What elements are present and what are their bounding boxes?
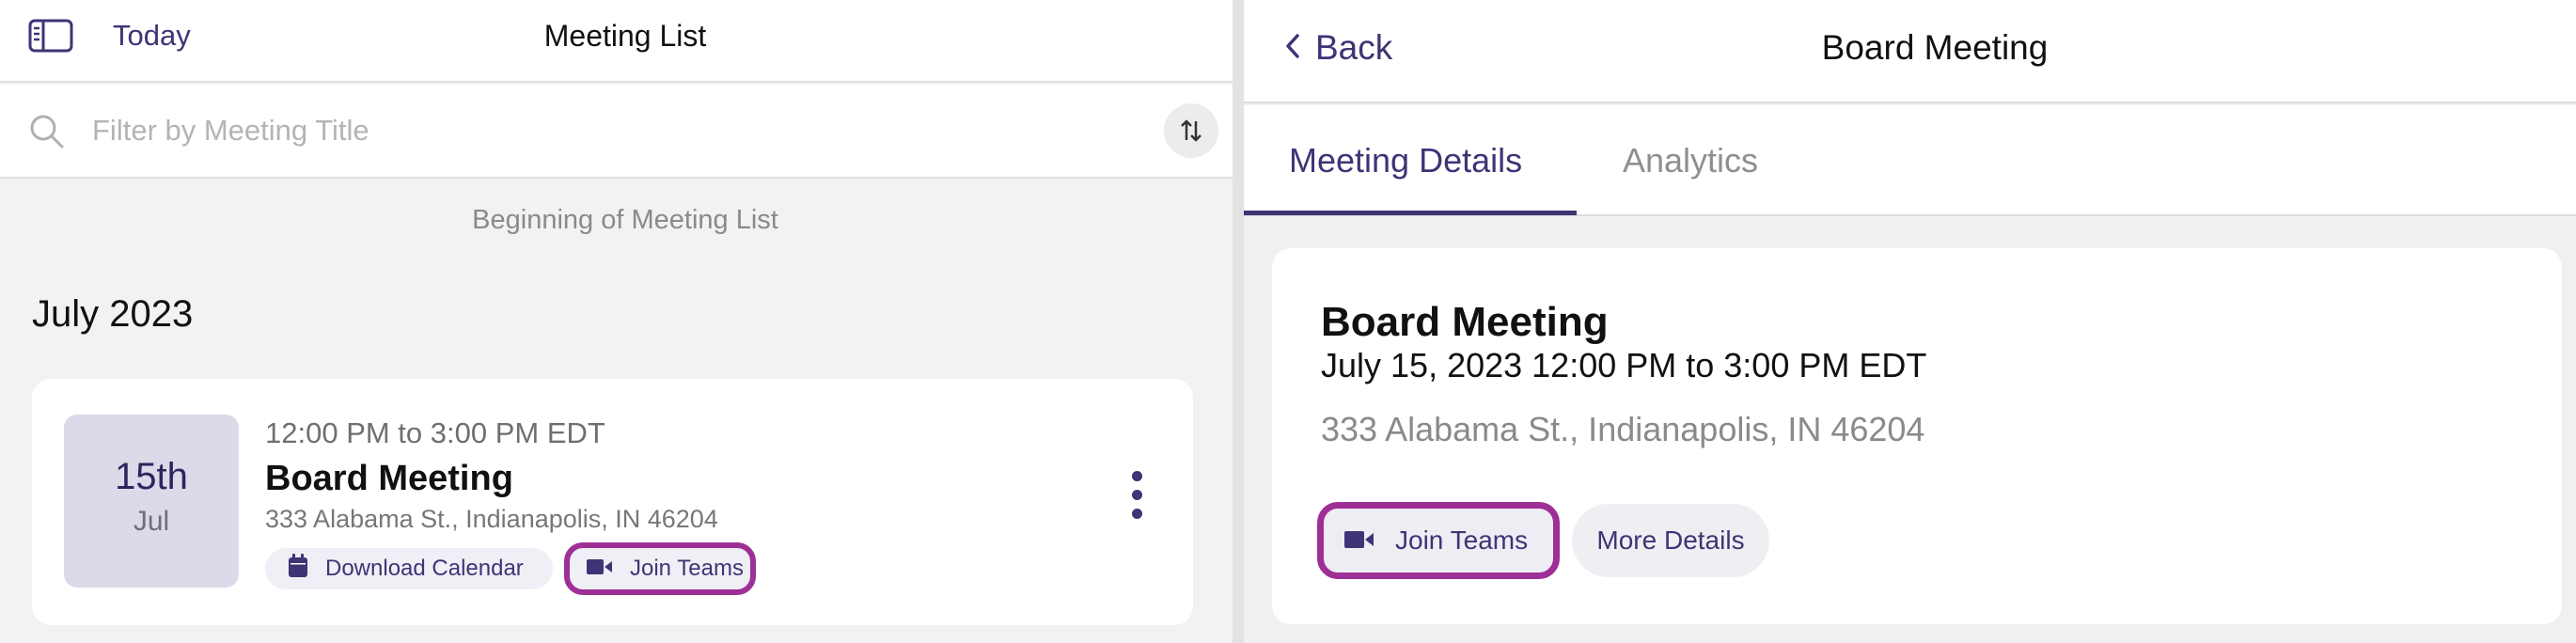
app-root: Today Meeting List Beginning of Meeting …	[0, 0, 2576, 643]
tab-meeting-details[interactable]: Meeting Details	[1289, 141, 1522, 180]
date-day: 15th	[115, 456, 188, 497]
pane-divider[interactable]	[1233, 0, 1244, 643]
tab-analytics[interactable]: Analytics	[1623, 141, 1758, 180]
search-input[interactable]	[92, 109, 1126, 152]
meeting-card[interactable]: 15th Jul 12:00 PM to 3:00 PM EDT Board M…	[32, 379, 1193, 625]
detail-tabs: Meeting Details Analytics	[1244, 105, 2576, 216]
meeting-detail-pane: Back Board Meeting Meeting Details Analy…	[1244, 0, 2576, 643]
list-header: Today Meeting List	[0, 0, 1233, 83]
meeting-address: 333 Alabama St., Indianapolis, IN 46204	[1321, 410, 1925, 448]
download-calendar-button[interactable]: Download Calendar	[265, 548, 553, 589]
page-title: Meeting List	[543, 19, 707, 53]
join-teams-label: Join Teams	[1395, 525, 1529, 555]
sort-button[interactable]	[1164, 103, 1218, 158]
detail-header: Back Board Meeting	[1244, 0, 2576, 103]
month-heading: July 2023	[32, 293, 194, 335]
sort-icon	[1181, 119, 1202, 142]
detail-title-header: Board Meeting	[1821, 28, 2049, 67]
video-camera-icon	[1344, 525, 1374, 556]
meeting-datetime: July 15, 2023 12:00 PM to 3:00 PM EDT	[1321, 346, 1927, 384]
meeting-detail-card: Board Meeting July 15, 2023 12:00 PM to …	[1272, 248, 2562, 624]
search-bar	[0, 85, 1233, 179]
meeting-time: 12:00 PM to 3:00 PM EDT	[265, 416, 605, 449]
download-calendar-label: Download Calendar	[325, 556, 524, 581]
search-icon	[28, 113, 66, 150]
join-teams-button[interactable]: Join Teams	[1317, 502, 1560, 579]
meeting-list-pane: Today Meeting List Beginning of Meeting …	[0, 0, 1233, 643]
calendar-icon	[288, 553, 308, 585]
date-month: Jul	[133, 506, 170, 537]
meeting-address: 333 Alabama St., Indianapolis, IN 46204	[265, 505, 718, 533]
more-vertical-icon[interactable]	[1125, 471, 1148, 527]
join-teams-label: Join Teams	[630, 556, 744, 581]
join-teams-button[interactable]: Join Teams	[564, 542, 756, 595]
date-badge: 15th Jul	[64, 415, 239, 588]
list-start-label: Beginning of Meeting List	[472, 205, 778, 235]
meeting-title: Board Meeting	[1321, 299, 1609, 345]
more-details-button[interactable]: More Details	[1572, 504, 1769, 577]
meeting-title: Board Meeting	[265, 459, 513, 498]
active-tab-indicator	[1244, 211, 1577, 215]
video-camera-icon	[587, 556, 613, 582]
